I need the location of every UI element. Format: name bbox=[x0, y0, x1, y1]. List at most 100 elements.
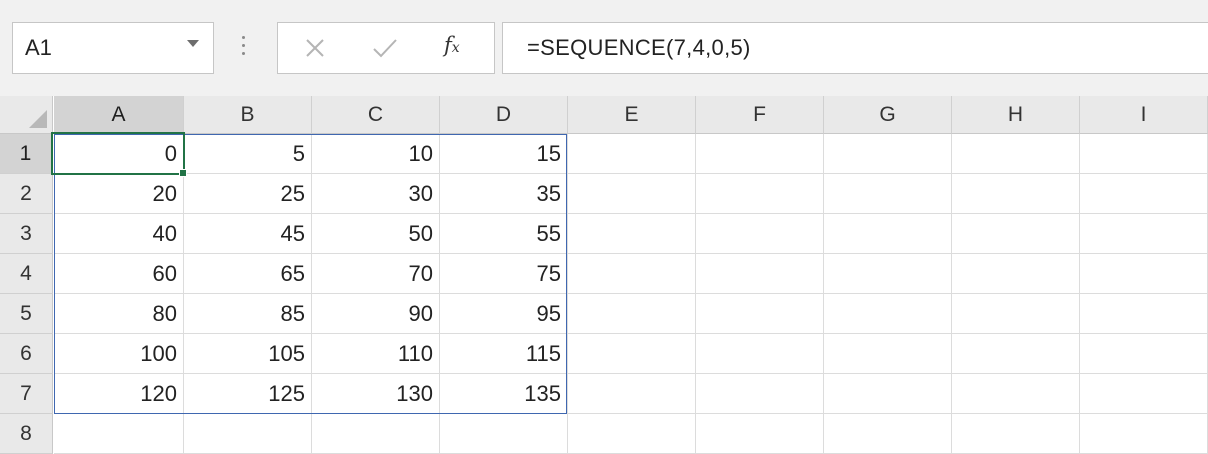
cell-d6[interactable]: 115 bbox=[440, 334, 568, 374]
cell-b8[interactable] bbox=[184, 414, 312, 454]
cell-f8[interactable] bbox=[696, 414, 824, 454]
cell-f7[interactable] bbox=[696, 374, 824, 414]
enter-check-icon[interactable] bbox=[372, 37, 398, 59]
cell-h5[interactable] bbox=[952, 294, 1080, 334]
cell-d7[interactable]: 135 bbox=[440, 374, 568, 414]
column-header-e[interactable]: E bbox=[568, 96, 696, 134]
row-header-8[interactable]: 8 bbox=[0, 414, 53, 454]
cell-d2[interactable]: 35 bbox=[440, 174, 568, 214]
formula-buttons: fx bbox=[277, 22, 495, 74]
cell-a7[interactable]: 120 bbox=[54, 374, 184, 414]
cell-g3[interactable] bbox=[824, 214, 952, 254]
name-box[interactable]: A1 bbox=[12, 22, 214, 74]
cell-h7[interactable] bbox=[952, 374, 1080, 414]
cell-g6[interactable] bbox=[824, 334, 952, 374]
cell-e5[interactable] bbox=[568, 294, 696, 334]
row-header-7[interactable]: 7 bbox=[0, 374, 53, 414]
cell-a5[interactable]: 80 bbox=[54, 294, 184, 334]
cell-e6[interactable] bbox=[568, 334, 696, 374]
cell-f2[interactable] bbox=[696, 174, 824, 214]
cell-a6[interactable]: 100 bbox=[54, 334, 184, 374]
cell-i4[interactable] bbox=[1080, 254, 1208, 294]
cell-e7[interactable] bbox=[568, 374, 696, 414]
cell-b1[interactable]: 5 bbox=[184, 134, 312, 174]
cell-g1[interactable] bbox=[824, 134, 952, 174]
cell-e3[interactable] bbox=[568, 214, 696, 254]
cell-b5[interactable]: 85 bbox=[184, 294, 312, 334]
column-header-i[interactable]: I bbox=[1080, 96, 1208, 134]
column-header-d[interactable]: D bbox=[440, 96, 568, 134]
column-header-h[interactable]: H bbox=[952, 96, 1080, 134]
cell-c5[interactable]: 90 bbox=[312, 294, 440, 334]
cell-c3[interactable]: 50 bbox=[312, 214, 440, 254]
cell-c2[interactable]: 30 bbox=[312, 174, 440, 214]
cell-h8[interactable] bbox=[952, 414, 1080, 454]
cell-d4[interactable]: 75 bbox=[440, 254, 568, 294]
cell-c7[interactable]: 130 bbox=[312, 374, 440, 414]
cell-d1[interactable]: 15 bbox=[440, 134, 568, 174]
cell-g2[interactable] bbox=[824, 174, 952, 214]
column-header-b[interactable]: B bbox=[184, 96, 312, 134]
cell-b7[interactable]: 125 bbox=[184, 374, 312, 414]
cell-c8[interactable] bbox=[312, 414, 440, 454]
row-header-6[interactable]: 6 bbox=[0, 334, 53, 374]
cell-f1[interactable] bbox=[696, 134, 824, 174]
cell-i3[interactable] bbox=[1080, 214, 1208, 254]
row-header-4[interactable]: 4 bbox=[0, 254, 53, 294]
cell-i6[interactable] bbox=[1080, 334, 1208, 374]
cell-f4[interactable] bbox=[696, 254, 824, 294]
cell-b6[interactable]: 105 bbox=[184, 334, 312, 374]
insert-function-f: f bbox=[444, 33, 452, 57]
cell-c1[interactable]: 10 bbox=[312, 134, 440, 174]
row-header-1[interactable]: 1 bbox=[0, 134, 53, 174]
cell-g5[interactable] bbox=[824, 294, 952, 334]
cell-d5[interactable]: 95 bbox=[440, 294, 568, 334]
cell-b4[interactable]: 65 bbox=[184, 254, 312, 294]
cell-i1[interactable] bbox=[1080, 134, 1208, 174]
cell-d8[interactable] bbox=[440, 414, 568, 454]
cell-h6[interactable] bbox=[952, 334, 1080, 374]
select-all-button[interactable] bbox=[0, 96, 53, 134]
cell-g7[interactable] bbox=[824, 374, 952, 414]
formula-input[interactable]: =SEQUENCE(7,4,0,5) bbox=[502, 22, 1208, 74]
cell-b2[interactable]: 25 bbox=[184, 174, 312, 214]
cell-g8[interactable] bbox=[824, 414, 952, 454]
cell-c6[interactable]: 110 bbox=[312, 334, 440, 374]
cell-i8[interactable] bbox=[1080, 414, 1208, 454]
name-box-dropdown-icon[interactable] bbox=[187, 40, 199, 47]
cell-d3[interactable]: 55 bbox=[440, 214, 568, 254]
cell-e1[interactable] bbox=[568, 134, 696, 174]
row-header-3[interactable]: 3 bbox=[0, 214, 53, 254]
cell-a8[interactable] bbox=[54, 414, 184, 454]
insert-function-icon[interactable]: fx bbox=[444, 33, 460, 57]
cell-a1[interactable]: 0 bbox=[54, 134, 184, 174]
cell-c4[interactable]: 70 bbox=[312, 254, 440, 294]
cell-f3[interactable] bbox=[696, 214, 824, 254]
column-header-g[interactable]: G bbox=[824, 96, 952, 134]
column-header-c[interactable]: C bbox=[312, 96, 440, 134]
column-header-a[interactable]: A bbox=[54, 96, 184, 134]
cell-h4[interactable] bbox=[952, 254, 1080, 294]
cell-i2[interactable] bbox=[1080, 174, 1208, 214]
fill-handle[interactable] bbox=[179, 169, 187, 177]
cancel-icon[interactable] bbox=[304, 37, 326, 59]
cell-h3[interactable] bbox=[952, 214, 1080, 254]
row-header-2[interactable]: 2 bbox=[0, 174, 53, 214]
cell-f6[interactable] bbox=[696, 334, 824, 374]
cell-e4[interactable] bbox=[568, 254, 696, 294]
cell-h1[interactable] bbox=[952, 134, 1080, 174]
cell-a3[interactable]: 40 bbox=[54, 214, 184, 254]
cell-g4[interactable] bbox=[824, 254, 952, 294]
cell-e8[interactable] bbox=[568, 414, 696, 454]
cell-e2[interactable] bbox=[568, 174, 696, 214]
cell-a2[interactable]: 20 bbox=[54, 174, 184, 214]
column-header-f[interactable]: F bbox=[696, 96, 824, 134]
row-header-5[interactable]: 5 bbox=[0, 294, 53, 334]
cell-h2[interactable] bbox=[952, 174, 1080, 214]
drag-handle-icon[interactable] bbox=[242, 36, 245, 58]
cell-i7[interactable] bbox=[1080, 374, 1208, 414]
cell-i5[interactable] bbox=[1080, 294, 1208, 334]
cell-f5[interactable] bbox=[696, 294, 824, 334]
cell-a4[interactable]: 60 bbox=[54, 254, 184, 294]
cell-b3[interactable]: 45 bbox=[184, 214, 312, 254]
